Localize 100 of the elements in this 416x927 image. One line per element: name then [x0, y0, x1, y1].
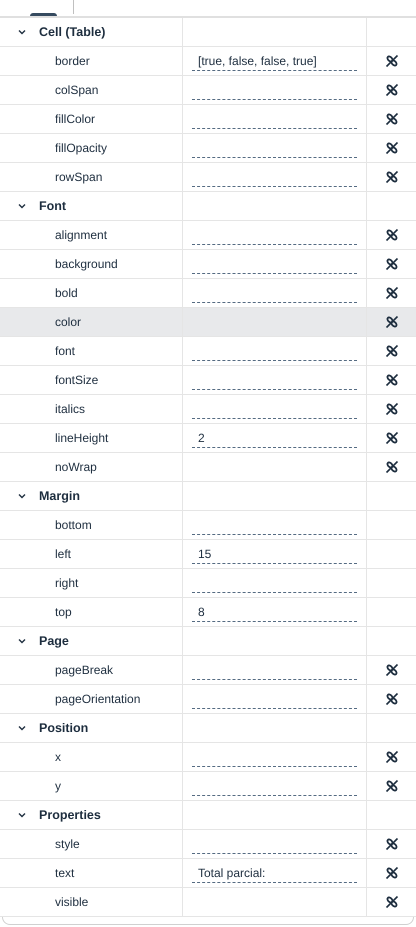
- property-name: fillColor: [55, 111, 96, 128]
- chevron-toggle[interactable]: [17, 810, 27, 820]
- property-row[interactable]: bottom: [0, 511, 416, 540]
- property-row[interactable]: lineHeight 2: [0, 424, 416, 453]
- unlink-icon[interactable]: [384, 779, 398, 793]
- property-name: x: [55, 749, 61, 766]
- chevron-icon: [18, 725, 26, 731]
- property-row[interactable]: rowSpan: [0, 163, 416, 192]
- group-title: Page: [39, 632, 69, 650]
- unlink-icon[interactable]: [384, 692, 398, 706]
- unlink-icon[interactable]: [384, 286, 398, 300]
- property-row[interactable]: visible: [0, 888, 416, 917]
- property-name: background: [55, 256, 118, 273]
- chevron-toggle[interactable]: [17, 723, 27, 733]
- tab-indicator: [30, 13, 57, 16]
- property-row[interactable]: left 15: [0, 540, 416, 569]
- field-value: 15: [198, 546, 212, 562]
- property-name: colSpan: [55, 82, 98, 99]
- unlink-icon[interactable]: [384, 866, 398, 880]
- field-value: 2: [198, 430, 205, 446]
- chevron-toggle[interactable]: [17, 636, 27, 646]
- property-row[interactable]: noWrap: [0, 453, 416, 482]
- group-title: Margin: [39, 488, 80, 505]
- group-title: Properties: [39, 806, 101, 824]
- unlink-icon[interactable]: [384, 431, 398, 445]
- group-title: Cell (Table): [39, 24, 106, 41]
- unlink-icon[interactable]: [384, 170, 398, 184]
- value-field[interactable]: 2: [192, 428, 357, 448]
- property-name: visible: [55, 894, 88, 911]
- group-title: Position: [39, 720, 88, 737]
- property-name: alignment: [55, 227, 108, 244]
- chevron-toggle[interactable]: [17, 491, 27, 501]
- field-value: [true, false, false, true]: [198, 52, 317, 70]
- unlink-icon[interactable]: [384, 141, 398, 155]
- property-row[interactable]: y: [0, 772, 416, 801]
- property-row[interactable]: fontSize: [0, 366, 416, 395]
- field-value: 8: [198, 604, 205, 620]
- property-row[interactable]: fillOpacity: [0, 134, 416, 163]
- value-field[interactable]: Total parcial:: [192, 863, 357, 883]
- property-row[interactable]: fillColor: [0, 105, 416, 134]
- unlink-icon[interactable]: [384, 257, 398, 271]
- property-name: font: [55, 343, 76, 360]
- property-name: y: [55, 778, 61, 795]
- unlink-icon[interactable]: [384, 402, 398, 416]
- property-name: left: [55, 546, 72, 563]
- property-row[interactable]: top 8: [0, 598, 416, 627]
- property-row[interactable]: alignment: [0, 221, 416, 250]
- unlink-icon[interactable]: [384, 663, 398, 677]
- property-name: noWrap: [55, 459, 97, 476]
- property-row[interactable]: x: [0, 743, 416, 772]
- property-name: style: [55, 836, 80, 853]
- property-row[interactable]: font: [0, 337, 416, 366]
- property-name: bottom: [55, 517, 92, 534]
- property-row[interactable]: colSpan: [0, 76, 416, 105]
- chevron-toggle[interactable]: [17, 27, 27, 37]
- property-name: fontSize: [55, 372, 98, 389]
- chevron-icon: [18, 203, 26, 209]
- property-name: rowSpan: [55, 169, 102, 186]
- property-row[interactable]: style: [0, 830, 416, 859]
- unlink-icon[interactable]: [384, 895, 398, 909]
- property-name: pageBreak: [55, 662, 114, 679]
- property-name: color: [55, 314, 82, 331]
- property-row[interactable]: pageOrientation: [0, 685, 416, 714]
- property-row[interactable]: bold: [0, 279, 416, 308]
- unlink-icon[interactable]: [384, 315, 398, 329]
- property-name: pageOrientation: [55, 691, 140, 708]
- unlink-icon[interactable]: [384, 112, 398, 126]
- property-name: fillOpacity: [55, 140, 108, 157]
- property-name: text: [55, 865, 74, 882]
- value-field[interactable]: 15: [192, 544, 357, 564]
- unlink-icon[interactable]: [384, 83, 398, 97]
- unlink-icon[interactable]: [384, 228, 398, 242]
- chevron-icon: [18, 638, 26, 644]
- property-name: border: [55, 53, 90, 70]
- group-title: Font: [39, 198, 66, 215]
- property-row[interactable]: background: [0, 250, 416, 279]
- chevron-icon: [18, 493, 26, 499]
- unlink-icon[interactable]: [384, 750, 398, 764]
- value-field[interactable]: [true, false, false, true]: [192, 51, 357, 71]
- property-row[interactable]: text Total parcial:: [0, 859, 416, 888]
- property-name: top: [55, 604, 72, 621]
- unlink-icon[interactable]: [384, 460, 398, 474]
- property-name: italics: [55, 401, 86, 418]
- property-row[interactable]: border [true, false, false, true]: [0, 47, 416, 76]
- chevron-toggle[interactable]: [17, 201, 27, 211]
- property-row[interactable]: pageBreak: [0, 656, 416, 685]
- property-name: lineHeight: [55, 430, 108, 447]
- property-name: bold: [55, 285, 78, 302]
- field-value: Total parcial:: [198, 864, 266, 882]
- chevron-icon: [18, 812, 26, 818]
- property-row[interactable]: italics: [0, 395, 416, 424]
- value-field[interactable]: 8: [192, 602, 357, 622]
- unlink-icon[interactable]: [384, 54, 398, 68]
- unlink-icon[interactable]: [384, 373, 398, 387]
- unlink-icon[interactable]: [384, 837, 398, 851]
- unlink-icon[interactable]: [384, 344, 398, 358]
- property-row[interactable]: color: [0, 308, 416, 337]
- chevron-icon: [18, 29, 26, 35]
- property-name: right: [55, 575, 78, 592]
- property-row[interactable]: right: [0, 569, 416, 598]
